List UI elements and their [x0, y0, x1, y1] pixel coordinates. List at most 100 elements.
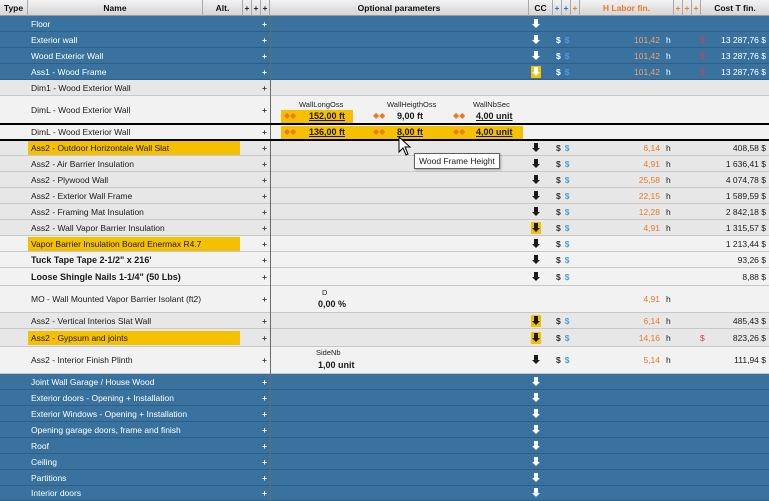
row-name-cell[interactable]: Wood Exterior Wall	[28, 48, 243, 63]
row-plus-button[interactable]: +	[243, 422, 270, 437]
table-row[interactable]: Exterior wall + $ $ 101,42 h $13 287,76 $	[0, 32, 769, 48]
money-icons[interactable]: $ $	[556, 64, 576, 79]
row-plus-button[interactable]: +	[243, 374, 270, 389]
row-name-cell[interactable]: Opening garage doors, frame and finish	[28, 422, 243, 437]
money-icons[interactable]: $ $	[556, 329, 576, 346]
money-icons[interactable]: $ $	[556, 32, 576, 47]
row-plus-button[interactable]: +	[243, 124, 270, 139]
row-name-cell[interactable]: Exterior wall	[28, 32, 243, 47]
row-plus-button[interactable]: +	[243, 188, 270, 203]
row-plus-button[interactable]: +	[243, 252, 270, 267]
table-row[interactable]: Joint Wall Garage / House Wood +	[0, 374, 769, 390]
row-plus-button[interactable]: +	[243, 454, 270, 469]
row-name-cell[interactable]: Roof	[28, 438, 243, 453]
row-name-cell[interactable]: Ass2 - Air Barrier Insulation	[28, 156, 243, 171]
table-row[interactable]: Tuck Tape Tape 2-1/2" x 216' + $ $93,26 $	[0, 252, 769, 268]
header-plus-2[interactable]: +	[252, 0, 261, 16]
cc-download-icon[interactable]	[530, 236, 554, 251]
table-row[interactable]: Ass2 - Wall Vapor Barrier Insulation + $ $4…	[0, 220, 769, 236]
row-name-cell[interactable]: Loose Shingle Nails 1-1/4" (50 Lbs)	[28, 268, 243, 285]
header-plus-1[interactable]: +	[243, 0, 252, 16]
cc-download-icon[interactable]	[530, 470, 554, 485]
row-name-cell[interactable]: Vapor Barrier Insulation Board Enermax R…	[28, 236, 243, 251]
row-plus-button[interactable]: +	[243, 470, 270, 485]
header-type[interactable]: Type	[0, 0, 28, 16]
row-plus-button[interactable]: +	[243, 390, 270, 405]
table-row[interactable]: Loose Shingle Nails 1-1/4" (50 Lbs) + $ $8,…	[0, 268, 769, 286]
cc-download-icon[interactable]	[530, 374, 554, 389]
row-plus-button[interactable]: +	[243, 204, 270, 219]
header-optional[interactable]: Optional parameters	[270, 0, 529, 16]
table-row[interactable]: Opening garage doors, frame and finish +	[0, 422, 769, 438]
cc-download-icon[interactable]	[530, 406, 554, 421]
row-name-cell[interactable]: Tuck Tape Tape 2-1/2" x 216'	[28, 252, 243, 267]
row-name-cell[interactable]: Ass2 - Plywood Wall	[28, 172, 243, 187]
row-name-cell[interactable]: Interior doors	[28, 486, 243, 500]
cc-download-icon[interactable]	[530, 48, 554, 63]
table-row[interactable]: Floor +	[0, 16, 769, 32]
row-name-cell[interactable]: Ass2 - Exterior Wall Frame	[28, 188, 243, 203]
row-plus-button[interactable]: +	[243, 286, 270, 312]
cc-download-icon[interactable]	[530, 347, 554, 373]
row-plus-button[interactable]: +	[243, 329, 270, 346]
header-plus-orange-2[interactable]: +	[674, 0, 683, 16]
table-row[interactable]: Exterior doors - Opening + Installation +	[0, 390, 769, 406]
row-name-cell[interactable]: Partitions	[28, 470, 243, 485]
row-name-cell[interactable]: Dim1 - Wood Exterior Wall	[28, 80, 243, 95]
money-icons[interactable]: $ $	[556, 48, 576, 63]
header-plus-blue-1[interactable]: +	[553, 0, 562, 16]
money-icons[interactable]: $ $	[556, 313, 576, 328]
row-plus-button[interactable]: +	[243, 48, 270, 63]
money-icons[interactable]: $ $	[556, 204, 576, 219]
row-plus-button[interactable]: +	[243, 313, 270, 328]
row-plus-button[interactable]: +	[243, 438, 270, 453]
table-row[interactable]: Ass1 - Wood Frame + $ $ 101,42 h $13 287,76 $	[0, 64, 769, 80]
cc-download-icon[interactable]	[530, 390, 554, 405]
cc-download-icon[interactable]	[530, 438, 554, 453]
table-row[interactable]: Ceiling +	[0, 454, 769, 470]
header-plus-orange-4[interactable]: +	[692, 0, 701, 16]
table-row[interactable]: Interior doors +	[0, 486, 769, 501]
cc-download-icon[interactable]	[530, 329, 554, 346]
row-plus-button[interactable]: +	[243, 140, 270, 155]
opt-value-d[interactable]: 0,00 %	[318, 299, 346, 309]
money-icons[interactable]: $ $	[556, 156, 576, 171]
money-icons[interactable]: $ $	[556, 268, 576, 285]
row-name-cell[interactable]: Ass2 - Wall Vapor Barrier Insulation	[28, 220, 243, 235]
opt-value-wall-long-1[interactable]: 152,00 ft	[309, 111, 345, 121]
cc-download-icon[interactable]	[530, 172, 554, 187]
header-plus-orange-1[interactable]: +	[571, 0, 580, 16]
cc-download-icon[interactable]	[530, 268, 554, 285]
table-row[interactable]: Ass2 - Outdoor Horizontale Wall Slat + $ $6…	[0, 140, 769, 156]
opt-value-wall-nb-sec-1[interactable]: 4,00 unit	[476, 111, 513, 121]
opt-value-wall-long-2[interactable]: 136,00 ft	[309, 127, 345, 137]
cc-download-icon[interactable]	[530, 454, 554, 469]
cc-download-icon[interactable]	[530, 16, 554, 31]
row-plus-button[interactable]: +	[243, 64, 270, 79]
table-row[interactable]: Ass2 - Exterior Wall Frame + $ $22,15 h 1 589…	[0, 188, 769, 204]
row-name-cell[interactable]: Joint Wall Garage / House Wood	[28, 374, 243, 389]
row-name-cell[interactable]: Ass1 - Wood Frame	[28, 64, 243, 79]
header-h-labor[interactable]: H Labor fin.	[580, 0, 674, 16]
row-name-cell[interactable]: Ass2 - Vertical Interios Slat Wall	[28, 313, 243, 328]
table-row[interactable]: Exterior Windows - Opening + Installatio…	[0, 406, 769, 422]
cc-download-icon[interactable]	[530, 252, 554, 267]
row-name-cell[interactable]: DimL - Wood Exterior Wall	[28, 96, 243, 123]
row-name-cell[interactable]: DimL - Wood Exterior Wall	[28, 124, 243, 139]
header-cc[interactable]: CC	[529, 0, 553, 16]
row-name-cell[interactable]: Ass2 - Outdoor Horizontale Wall Slat	[28, 140, 243, 155]
row-plus-button[interactable]: +	[243, 32, 270, 47]
table-row[interactable]: Wood Exterior Wall + $ $ 101,42 h $13 287,76 $	[0, 48, 769, 64]
header-cost[interactable]: Cost T fin.	[701, 0, 769, 16]
row-plus-button[interactable]: +	[243, 347, 270, 373]
row-plus-button[interactable]: +	[243, 220, 270, 235]
table-row[interactable]: MO - Wall Mounted Vapor Barrier Isolant …	[0, 286, 769, 313]
table-row[interactable]: Dim1 - Wood Exterior Wall +	[0, 80, 769, 96]
opt-value-wall-height-1[interactable]: 9,00 ft	[397, 111, 423, 121]
row-plus-button[interactable]: +	[243, 236, 270, 251]
cc-download-icon[interactable]	[530, 188, 554, 203]
cc-download-icon[interactable]	[530, 422, 554, 437]
row-name-cell[interactable]: MO - Wall Mounted Vapor Barrier Isolant …	[28, 286, 243, 312]
header-plus-orange-3[interactable]: +	[683, 0, 692, 16]
opt-value-side-nb[interactable]: 1,00 unit	[318, 360, 355, 370]
